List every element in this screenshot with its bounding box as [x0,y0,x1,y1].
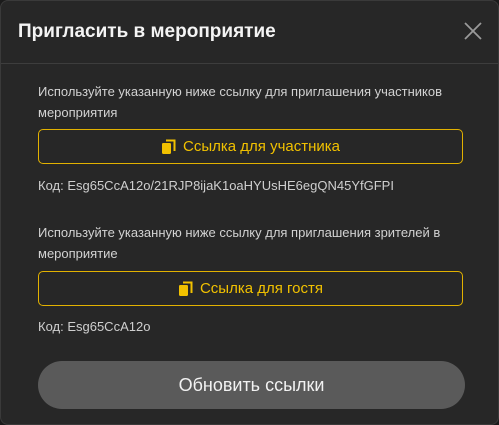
close-icon[interactable] [462,20,484,42]
guest-code: Код: Esg65CcA12o [38,319,151,334]
participant-link-button[interactable]: Ссылка для участника [38,129,463,164]
copy-icon [161,139,177,155]
participant-code: Код: Esg65CcA12o/21RJP8ijaK1oaHYUsHE6egQ… [38,178,394,193]
guest-description: Используйте указанную ниже ссылку для пр… [38,225,441,261]
dialog-title: Пригласить в мероприятие [18,21,276,42]
guest-link-button[interactable]: Ссылка для гостя [38,271,463,306]
dialog-header: Пригласить в мероприятие [1,1,498,64]
refresh-links-button[interactable]: Обновить ссылки [38,361,465,409]
participant-link-label: Ссылка для участника [183,138,340,155]
participant-description: Используйте указанную ниже ссылку для пр… [38,84,442,120]
guest-link-label: Ссылка для гостя [199,280,324,297]
copy-icon [178,281,194,297]
invite-dialog: Пригласить в мероприятие Используйте ука… [0,0,499,425]
